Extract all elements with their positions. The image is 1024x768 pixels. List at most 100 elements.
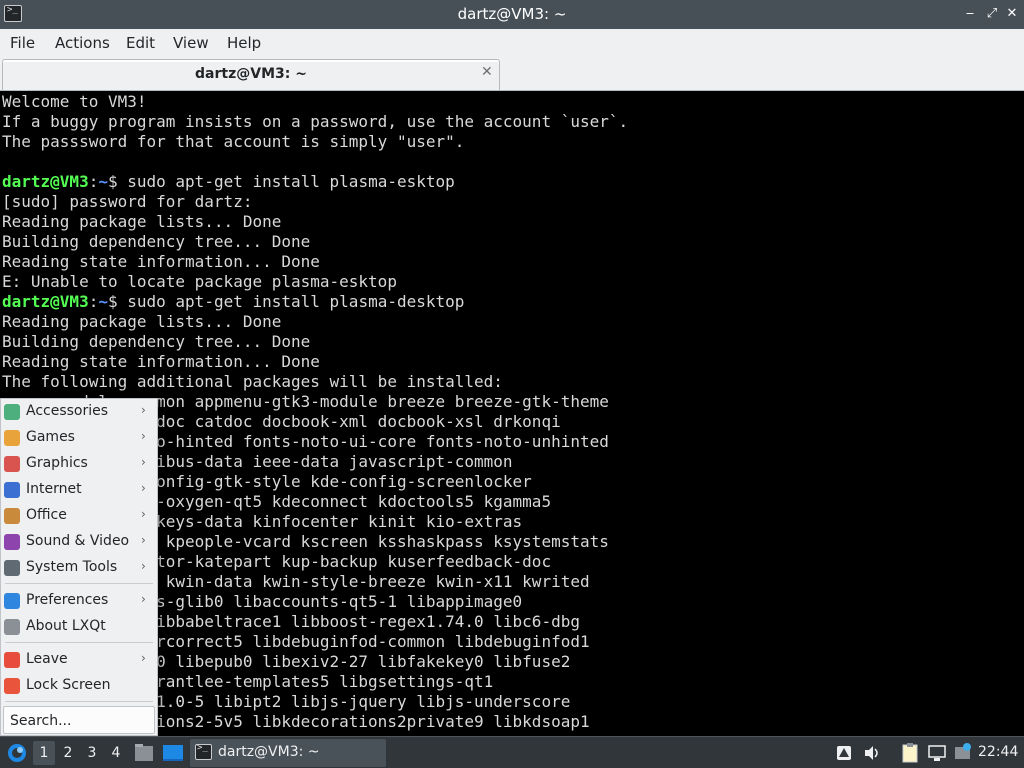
tab-terminal[interactable]: dartz@VM3: ~ ✕ bbox=[2, 59, 500, 90]
menu-search-input[interactable] bbox=[10, 711, 150, 731]
info-icon bbox=[4, 619, 20, 635]
menu-item-label: System Tools bbox=[26, 559, 118, 575]
terminal-line: Welcome to VM3! bbox=[2, 92, 147, 111]
network-icon[interactable] bbox=[927, 737, 947, 768]
lxqt-logo-icon bbox=[8, 744, 26, 762]
application-menu: Accessories›Games›Graphics›Internet›Offi… bbox=[0, 398, 158, 736]
terminal-line: E: Unable to locate package plasma-eskto… bbox=[2, 272, 397, 291]
menu-separator bbox=[5, 583, 153, 584]
prompt-command: $ sudo apt-get install plasma-esktop bbox=[107, 172, 455, 191]
update-icon[interactable] bbox=[953, 737, 973, 768]
menu-item-label: Accessories bbox=[26, 403, 109, 419]
clipboard-icon[interactable] bbox=[900, 737, 920, 768]
prompt-path: ~ bbox=[98, 172, 108, 191]
tab-close-icon[interactable]: ✕ bbox=[481, 64, 493, 80]
menu-item-preferences[interactable]: Preferences › bbox=[1, 588, 157, 614]
terminal-line: If a buggy program insists on a password… bbox=[2, 112, 629, 131]
terminal-line: Building dependency tree... Done bbox=[2, 232, 311, 251]
chevron-right-icon: › bbox=[141, 481, 146, 495]
taskbar: 1 2 3 4 dartz@VM3: ~ 22:44 bbox=[0, 736, 1024, 768]
terminal-line: The following additional packages will b… bbox=[2, 372, 503, 391]
menu-item-system-tools[interactable]: System Tools › bbox=[1, 555, 157, 581]
task-label: dartz@VM3: ~ bbox=[218, 744, 320, 760]
menu-item-label: Office bbox=[26, 507, 67, 523]
chevron-right-icon: › bbox=[141, 592, 146, 606]
menu-item-label: Lock Screen bbox=[26, 677, 111, 693]
tab-label: dartz@VM3: ~ bbox=[195, 66, 307, 82]
desktop-2[interactable]: 2 bbox=[57, 741, 79, 765]
menu-item-accessories[interactable]: Accessories › bbox=[1, 399, 157, 425]
show-desktop-icon[interactable] bbox=[161, 737, 185, 768]
menu-file[interactable]: File bbox=[10, 34, 35, 52]
terminal-line: Reading state information... Done bbox=[2, 252, 320, 271]
terminal-line: Reading package lists... Done bbox=[2, 312, 282, 331]
menu-search-box[interactable] bbox=[3, 706, 155, 734]
window-title: dartz@VM3: ~ bbox=[457, 5, 567, 23]
terminal-line: The passsword for that account is simply… bbox=[2, 132, 465, 151]
leave-icon bbox=[4, 652, 20, 668]
menu-item-leave[interactable]: Leave › bbox=[1, 647, 157, 673]
menu-item-games[interactable]: Games › bbox=[1, 425, 157, 451]
menu-item-label: Preferences bbox=[26, 592, 109, 608]
prompt-user: dartz@VM3 bbox=[2, 172, 89, 191]
menu-item-label: Graphics bbox=[26, 455, 88, 471]
terminal-icon bbox=[195, 743, 212, 760]
desktop-4[interactable]: 4 bbox=[105, 741, 127, 765]
menu-item-internet[interactable]: Internet › bbox=[1, 477, 157, 503]
menu-item-lock-screen[interactable]: Lock Screen bbox=[1, 673, 157, 699]
menu-item-label: Games bbox=[26, 429, 75, 445]
menu-view[interactable]: View bbox=[173, 34, 209, 52]
window-titlebar[interactable]: dartz@VM3: ~ ‒ ⤢ ✕ bbox=[0, 0, 1024, 29]
menu-item-sound-video[interactable]: Sound & Video › bbox=[1, 529, 157, 555]
menu-actions[interactable]: Actions bbox=[55, 34, 110, 52]
volume-icon[interactable] bbox=[862, 737, 882, 768]
desktop-3[interactable]: 3 bbox=[81, 741, 103, 765]
start-menu-button[interactable] bbox=[4, 737, 30, 768]
chevron-right-icon: › bbox=[141, 533, 146, 547]
chevron-right-icon: › bbox=[141, 403, 146, 417]
terminal-line: Building dependency tree... Done bbox=[2, 332, 311, 351]
tab-bar: dartz@VM3: ~ ✕ bbox=[0, 58, 1024, 91]
terminal-line: dartz@VM3:~$ sudo apt-get install plasma… bbox=[2, 172, 455, 191]
lock-icon bbox=[4, 678, 20, 694]
chevron-right-icon: › bbox=[141, 429, 146, 443]
menu-item-label: Internet bbox=[26, 481, 82, 497]
menu-help[interactable]: Help bbox=[227, 34, 261, 52]
chevron-right-icon: › bbox=[141, 455, 146, 469]
chevron-right-icon: › bbox=[141, 507, 146, 521]
games-icon bbox=[4, 430, 20, 446]
tray-notification-icon[interactable] bbox=[835, 737, 853, 768]
internet-icon bbox=[4, 482, 20, 498]
menu-item-label: About LXQt bbox=[26, 618, 106, 634]
office-icon bbox=[4, 508, 20, 524]
menu-item-label: Leave bbox=[26, 651, 68, 667]
system-tools-icon bbox=[4, 560, 20, 576]
clock[interactable]: 22:44 bbox=[978, 744, 1018, 760]
preferences-icon bbox=[4, 593, 20, 609]
chevron-right-icon: › bbox=[141, 651, 146, 665]
menubar: File Actions Edit View Help bbox=[0, 29, 1024, 58]
terminal-line: Reading state information... Done bbox=[2, 352, 320, 371]
menu-item-label: Sound & Video bbox=[26, 533, 130, 549]
accessories-icon bbox=[4, 404, 20, 420]
file-manager-icon[interactable] bbox=[133, 737, 155, 768]
close-button[interactable]: ✕ bbox=[1004, 5, 1020, 23]
menu-item-office[interactable]: Office › bbox=[1, 503, 157, 529]
menu-item-graphics[interactable]: Graphics › bbox=[1, 451, 157, 477]
sound-video-icon bbox=[4, 534, 20, 550]
menu-item-about-lxqt[interactable]: About LXQt bbox=[1, 614, 157, 640]
terminal-line: dartz@VM3:~$ sudo apt-get install plasma… bbox=[2, 292, 465, 311]
maximize-button[interactable]: ⤢ bbox=[984, 5, 1000, 23]
chevron-right-icon: › bbox=[141, 559, 146, 573]
prompt-user: dartz@VM3 bbox=[2, 292, 89, 311]
terminal-line: Reading package lists... Done bbox=[2, 212, 282, 231]
minimize-button[interactable]: ‒ bbox=[962, 5, 978, 23]
menu-separator bbox=[5, 642, 153, 643]
menu-edit[interactable]: Edit bbox=[126, 34, 155, 52]
task-terminal-button[interactable]: dartz@VM3: ~ bbox=[190, 739, 386, 767]
prompt-command: $ sudo apt-get install plasma-desktop bbox=[107, 292, 465, 311]
desktop-1[interactable]: 1 bbox=[33, 741, 55, 765]
prompt-path: ~ bbox=[98, 292, 108, 311]
terminal-line: [sudo] password for dartz: bbox=[2, 192, 253, 211]
graphics-icon bbox=[4, 456, 20, 472]
